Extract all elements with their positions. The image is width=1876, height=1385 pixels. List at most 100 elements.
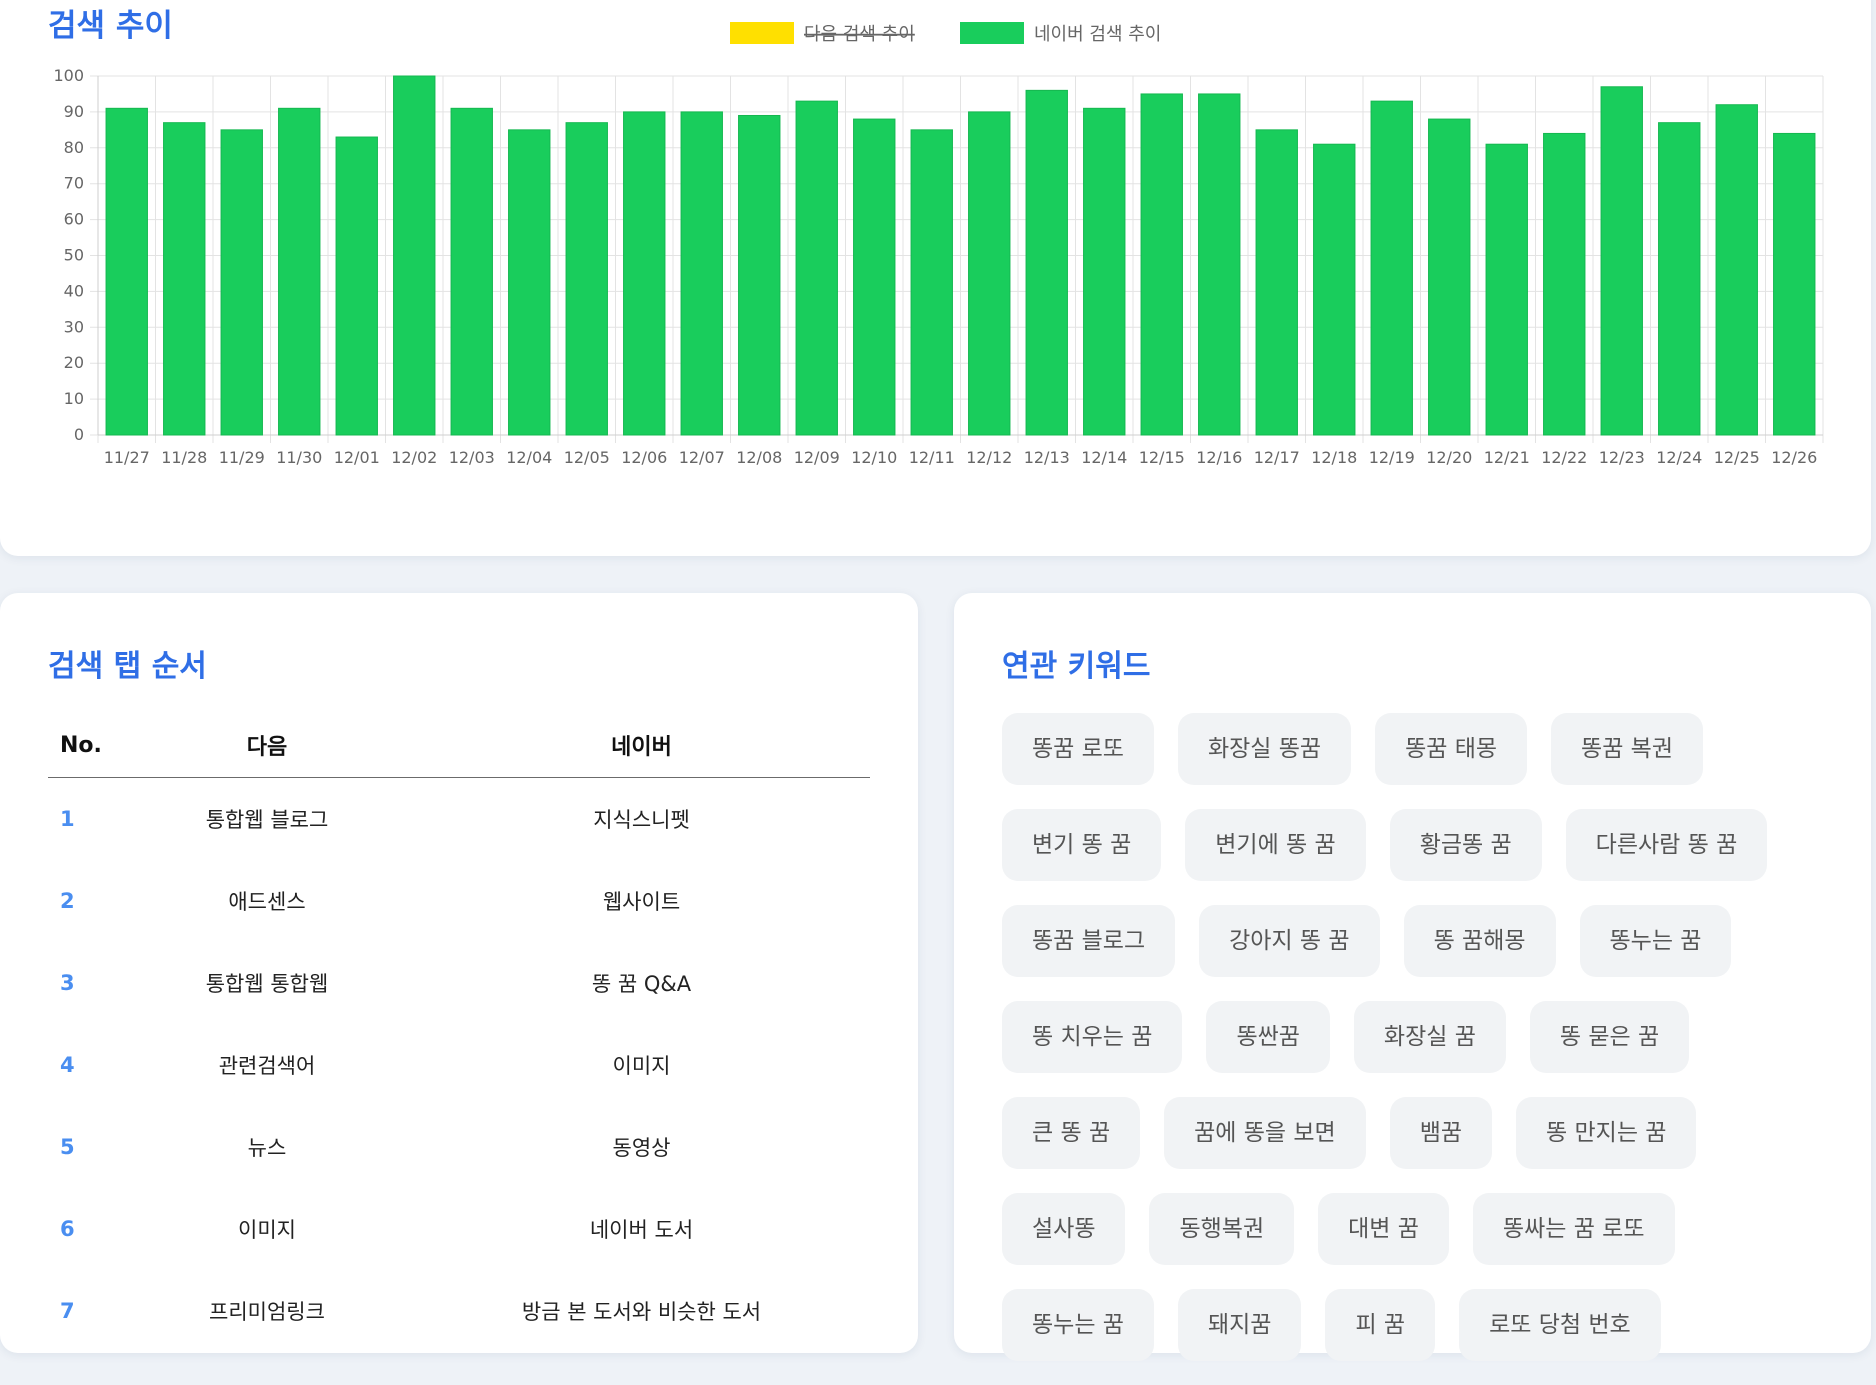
- bar: [1543, 132, 1586, 436]
- naver-tab-cell: 웹사이트: [602, 890, 681, 914]
- legend-swatch: [730, 22, 794, 44]
- keyword-chip[interactable]: 똥꿈 로또: [1002, 713, 1154, 785]
- table-header-row: No. 다음 네이버: [48, 713, 870, 778]
- y-tick-label: 40: [64, 281, 84, 300]
- keyword-row: 똥꿈 로또 화장실 똥꿈 똥꿈 태몽 똥꿈 복권: [1002, 713, 1842, 785]
- x-tick-label: 12/05: [564, 448, 610, 467]
- x-tick-label: 12/24: [1656, 448, 1702, 467]
- keyword-chip[interactable]: 화장실 꿈: [1353, 1001, 1506, 1073]
- keyword-chip[interactable]: 돼지꿈: [1177, 1289, 1302, 1361]
- search-trend-title: 검색 추이: [48, 8, 173, 44]
- keyword-chip[interactable]: 변기 똥 꿈: [1002, 809, 1162, 881]
- y-tick-label: 0: [74, 425, 84, 444]
- keyword-row: 설사똥 동행복권 대변 꿈 똥싸는 꿈 로또: [1002, 1193, 1842, 1265]
- bar: [795, 100, 838, 436]
- x-tick-label: 12/23: [1599, 448, 1645, 467]
- keyword-chip[interactable]: 똥 꿈해몽: [1403, 905, 1556, 977]
- table-row: 5 뉴스 동영상: [48, 1106, 870, 1188]
- bar: [508, 129, 551, 436]
- y-tick-label: 70: [64, 174, 84, 193]
- keyword-chip[interactable]: 로또 당첨 번호: [1459, 1289, 1661, 1361]
- keyword-chip[interactable]: 똥싼꿈: [1206, 1001, 1330, 1073]
- keyword-chip[interactable]: 똥싸는 꿈 로또: [1472, 1193, 1675, 1265]
- x-tick-label: 11/30: [276, 448, 322, 467]
- y-tick-label: 90: [64, 102, 84, 121]
- x-tick-label: 12/01: [334, 448, 380, 467]
- table-row: 4 관련검색어 이미지: [48, 1024, 870, 1106]
- keyword-chip[interactable]: 화장실 똥꿈: [1177, 713, 1352, 785]
- legend-label: 다음 검색 추이: [804, 24, 915, 45]
- keyword-chip[interactable]: 똥누는 꿈: [1579, 905, 1732, 977]
- keyword-chip[interactable]: 강아지 똥 꿈: [1199, 905, 1380, 977]
- y-tick-label: 10: [64, 389, 84, 408]
- keyword-chip-list: 똥꿈 로또 화장실 똥꿈 똥꿈 태몽 똥꿈 복권변기 똥 꿈 변기에 똥 꿈 황금똥 꿈 다…: [1002, 713, 1842, 1385]
- keyword-row: 큰 똥 꿈 꿈에 똥을 보면 뱀꿈 똥 만지는 꿈: [1002, 1097, 1842, 1169]
- x-tick-label: 11/28: [161, 448, 207, 467]
- bar: [1658, 122, 1701, 436]
- naver-tab-cell: 지식스니펫: [593, 808, 690, 832]
- keyword-chip[interactable]: 똥꿈 태몽: [1375, 713, 1528, 785]
- keyword-chip[interactable]: 대변 꿈: [1318, 1193, 1449, 1265]
- bar: [1255, 129, 1298, 436]
- x-tick-label: 12/13: [1024, 448, 1070, 467]
- x-tick-label: 12/22: [1541, 448, 1587, 467]
- x-tick-label: 12/17: [1254, 448, 1300, 467]
- bar: [1025, 89, 1068, 436]
- keyword-chip[interactable]: 뱀꿈: [1389, 1097, 1493, 1169]
- bar: [105, 107, 148, 436]
- bar: [1198, 93, 1241, 436]
- keyword-chip[interactable]: 변기에 똥 꿈: [1185, 809, 1366, 881]
- daum-tab-cell: 관련검색어: [218, 1054, 316, 1078]
- table-row: 3 통합웹 통합웹 똥 꿈 Q&A: [48, 942, 870, 1024]
- x-tick-label: 12/25: [1714, 448, 1760, 467]
- daum-tab-cell: 통합웹 통합웹: [205, 972, 329, 996]
- naver-tab-cell: 방금 본 도서와 비슷한 도서: [521, 1300, 762, 1324]
- daum-tab-cell: 프리미엄링크: [209, 1300, 325, 1324]
- keyword-chip[interactable]: 똥꿈 복권: [1551, 713, 1703, 785]
- daum-tab-cell: 애드센스: [228, 890, 306, 914]
- keyword-chip[interactable]: 똥 치우는 꿈: [1002, 1001, 1183, 1073]
- keyword-chip[interactable]: 똥 묻은 꿈: [1529, 1001, 1690, 1073]
- x-tick-label: 12/26: [1771, 448, 1817, 467]
- bar: [1773, 132, 1816, 436]
- keyword-chip[interactable]: 똥꿈 블로그: [1002, 905, 1176, 977]
- y-tick-label: 60: [64, 210, 84, 229]
- keyword-chip[interactable]: 설사똥: [1002, 1193, 1126, 1265]
- tab-order-table: No. 다음 네이버 1 통합웹 블로그 지식스니펫 2 애드센스 웹사이트 3 통합웹 통합…: [48, 713, 870, 1352]
- x-tick-label: 12/08: [736, 448, 782, 467]
- x-tick-label: 11/29: [219, 448, 265, 467]
- bar: [910, 129, 953, 436]
- bar: [1485, 143, 1528, 436]
- keyword-chip[interactable]: 황금똥 꿈: [1389, 809, 1542, 881]
- bar: [450, 107, 493, 436]
- no-cell: 4: [60, 1053, 75, 1077]
- no-cell: 3: [60, 971, 75, 995]
- keyword-chip[interactable]: 다른사람 똥 꿈: [1565, 809, 1768, 881]
- bar: [1140, 93, 1183, 436]
- bar: [278, 107, 321, 436]
- x-tick-label: 12/20: [1426, 448, 1472, 467]
- bar: [738, 114, 781, 436]
- keyword-chip[interactable]: 동행복권: [1149, 1193, 1295, 1265]
- daum-tab-cell: 뉴스: [247, 1136, 287, 1160]
- x-tick-label: 12/15: [1139, 448, 1185, 467]
- naver-tab-cell: 동영상: [612, 1136, 671, 1160]
- naver-tab-cell: 네이버 도서: [589, 1218, 694, 1242]
- x-tick-label: 12/03: [449, 448, 495, 467]
- no-cell: 7: [60, 1299, 75, 1323]
- keyword-row: 똥누는 꿈 돼지꿈 피 꿈 로또 당첨 번호: [1002, 1289, 1842, 1361]
- x-tick-label: 12/19: [1369, 448, 1415, 467]
- x-tick-label: 12/06: [621, 448, 667, 467]
- keyword-chip[interactable]: 피 꿈: [1325, 1289, 1436, 1361]
- search-trend-card: 검색 추이 0 10 20 30 40 50 60 70 80 90 100 11/27 11/28 11…: [0, 0, 1871, 556]
- bar: [853, 118, 896, 436]
- keyword-chip[interactable]: 꿈에 똥을 보면: [1164, 1097, 1366, 1169]
- keyword-row: 똥꿈 블로그 강아지 똥 꿈 똥 꿈해몽 똥누는 꿈: [1002, 905, 1842, 977]
- keyword-chip[interactable]: 똥누는 꿈: [1002, 1289, 1154, 1361]
- table-row: 6 이미지 네이버 도서: [48, 1188, 870, 1270]
- column-header-naver: 네이버: [413, 713, 870, 778]
- keyword-chip[interactable]: 큰 똥 꿈: [1002, 1097, 1141, 1169]
- y-tick-label: 100: [53, 66, 84, 85]
- column-header-no: No.: [48, 713, 121, 778]
- keyword-chip[interactable]: 똥 만지는 꿈: [1516, 1097, 1697, 1169]
